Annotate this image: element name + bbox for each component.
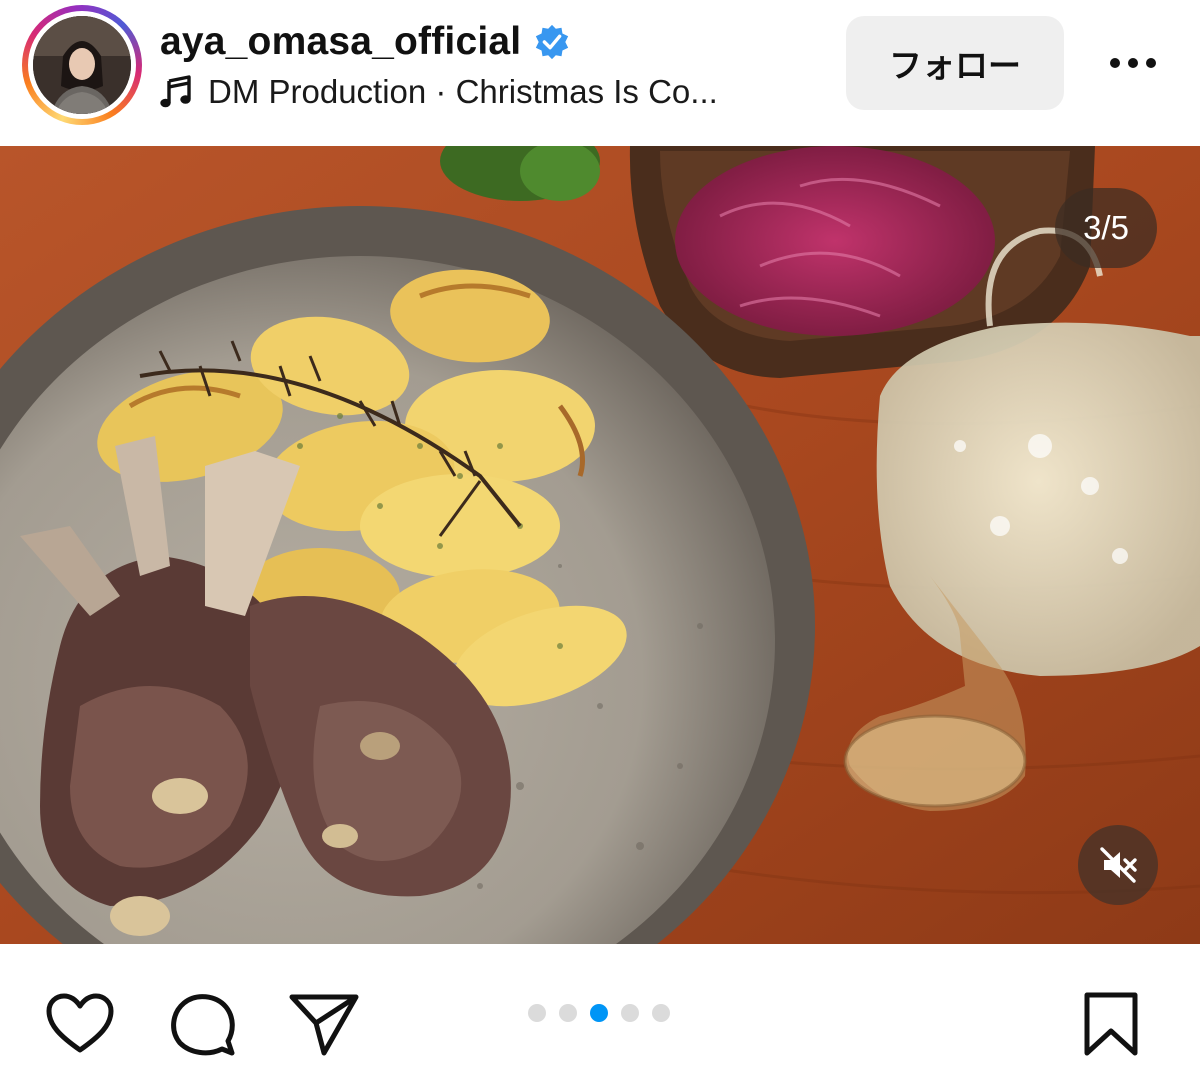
post-header: aya_omasa_official DM Production · Chris… <box>0 0 1200 145</box>
food-photo <box>0 146 1200 944</box>
music-track[interactable]: DM Production · Christmas Is Co... <box>208 73 718 111</box>
follow-button[interactable]: フォロー <box>846 16 1064 110</box>
carousel-dot[interactable] <box>559 1004 577 1022</box>
carousel-dot[interactable] <box>652 1004 670 1022</box>
carousel-dot[interactable] <box>621 1004 639 1022</box>
share-icon <box>289 994 359 1056</box>
share-button[interactable] <box>284 984 364 1064</box>
story-ring[interactable] <box>22 5 142 125</box>
avatar[interactable] <box>33 16 131 114</box>
verified-badge-icon <box>536 24 569 60</box>
username[interactable]: aya_omasa_official <box>160 20 521 64</box>
save-button[interactable] <box>1071 984 1151 1064</box>
comment-icon <box>171 994 235 1056</box>
carousel-dots <box>528 1004 670 1022</box>
speaker-muted-icon <box>1100 847 1137 883</box>
music-note-icon <box>160 75 191 108</box>
avatar-image <box>33 16 131 114</box>
more-dots-icon <box>1110 58 1156 68</box>
like-button[interactable] <box>40 984 120 1064</box>
heart-icon <box>46 993 114 1053</box>
carousel-dot-active[interactable] <box>590 1004 608 1022</box>
bookmark-icon <box>1084 992 1138 1056</box>
more-options-button[interactable] <box>1098 40 1168 86</box>
carousel-dot[interactable] <box>528 1004 546 1022</box>
media-counter: 3/5 <box>1055 188 1157 268</box>
mute-button[interactable] <box>1078 825 1158 905</box>
comment-button[interactable] <box>163 984 243 1064</box>
post-image[interactable]: 3/5 <box>0 146 1200 944</box>
